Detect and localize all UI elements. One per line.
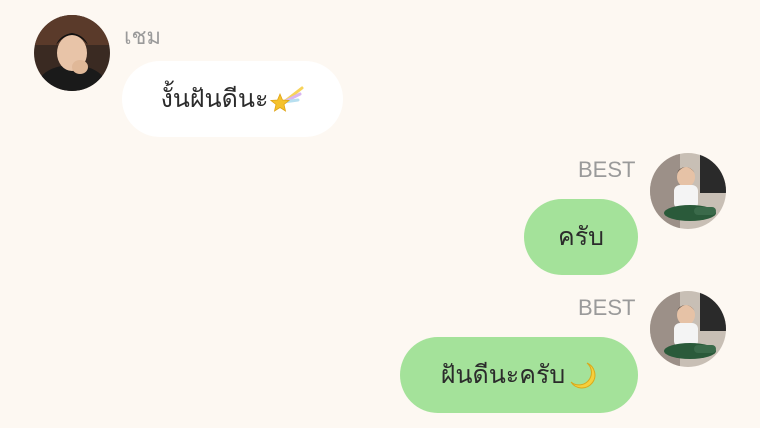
message-bubble-incoming[interactable]: งั้นฝันดีนะ <box>122 61 343 137</box>
shooting-star-icon <box>270 84 304 114</box>
avatar-best[interactable] <box>650 291 726 367</box>
message-text: ครับ <box>557 222 605 251</box>
message-bubble-outgoing[interactable]: ครับ <box>524 199 638 275</box>
sender-name: BEST <box>578 157 636 182</box>
avatar-chem[interactable] <box>34 15 110 91</box>
avatar-best[interactable] <box>650 153 726 229</box>
message-text: งั้นฝันดีนะ <box>160 84 269 113</box>
crescent-moon-icon <box>567 360 597 390</box>
message-bubble-outgoing[interactable]: ฝันดีนะครับ <box>400 337 638 413</box>
sender-name: เชม <box>124 24 161 49</box>
message-text: ฝันดีนะครับ <box>440 360 566 389</box>
sender-name: BEST <box>578 295 636 320</box>
